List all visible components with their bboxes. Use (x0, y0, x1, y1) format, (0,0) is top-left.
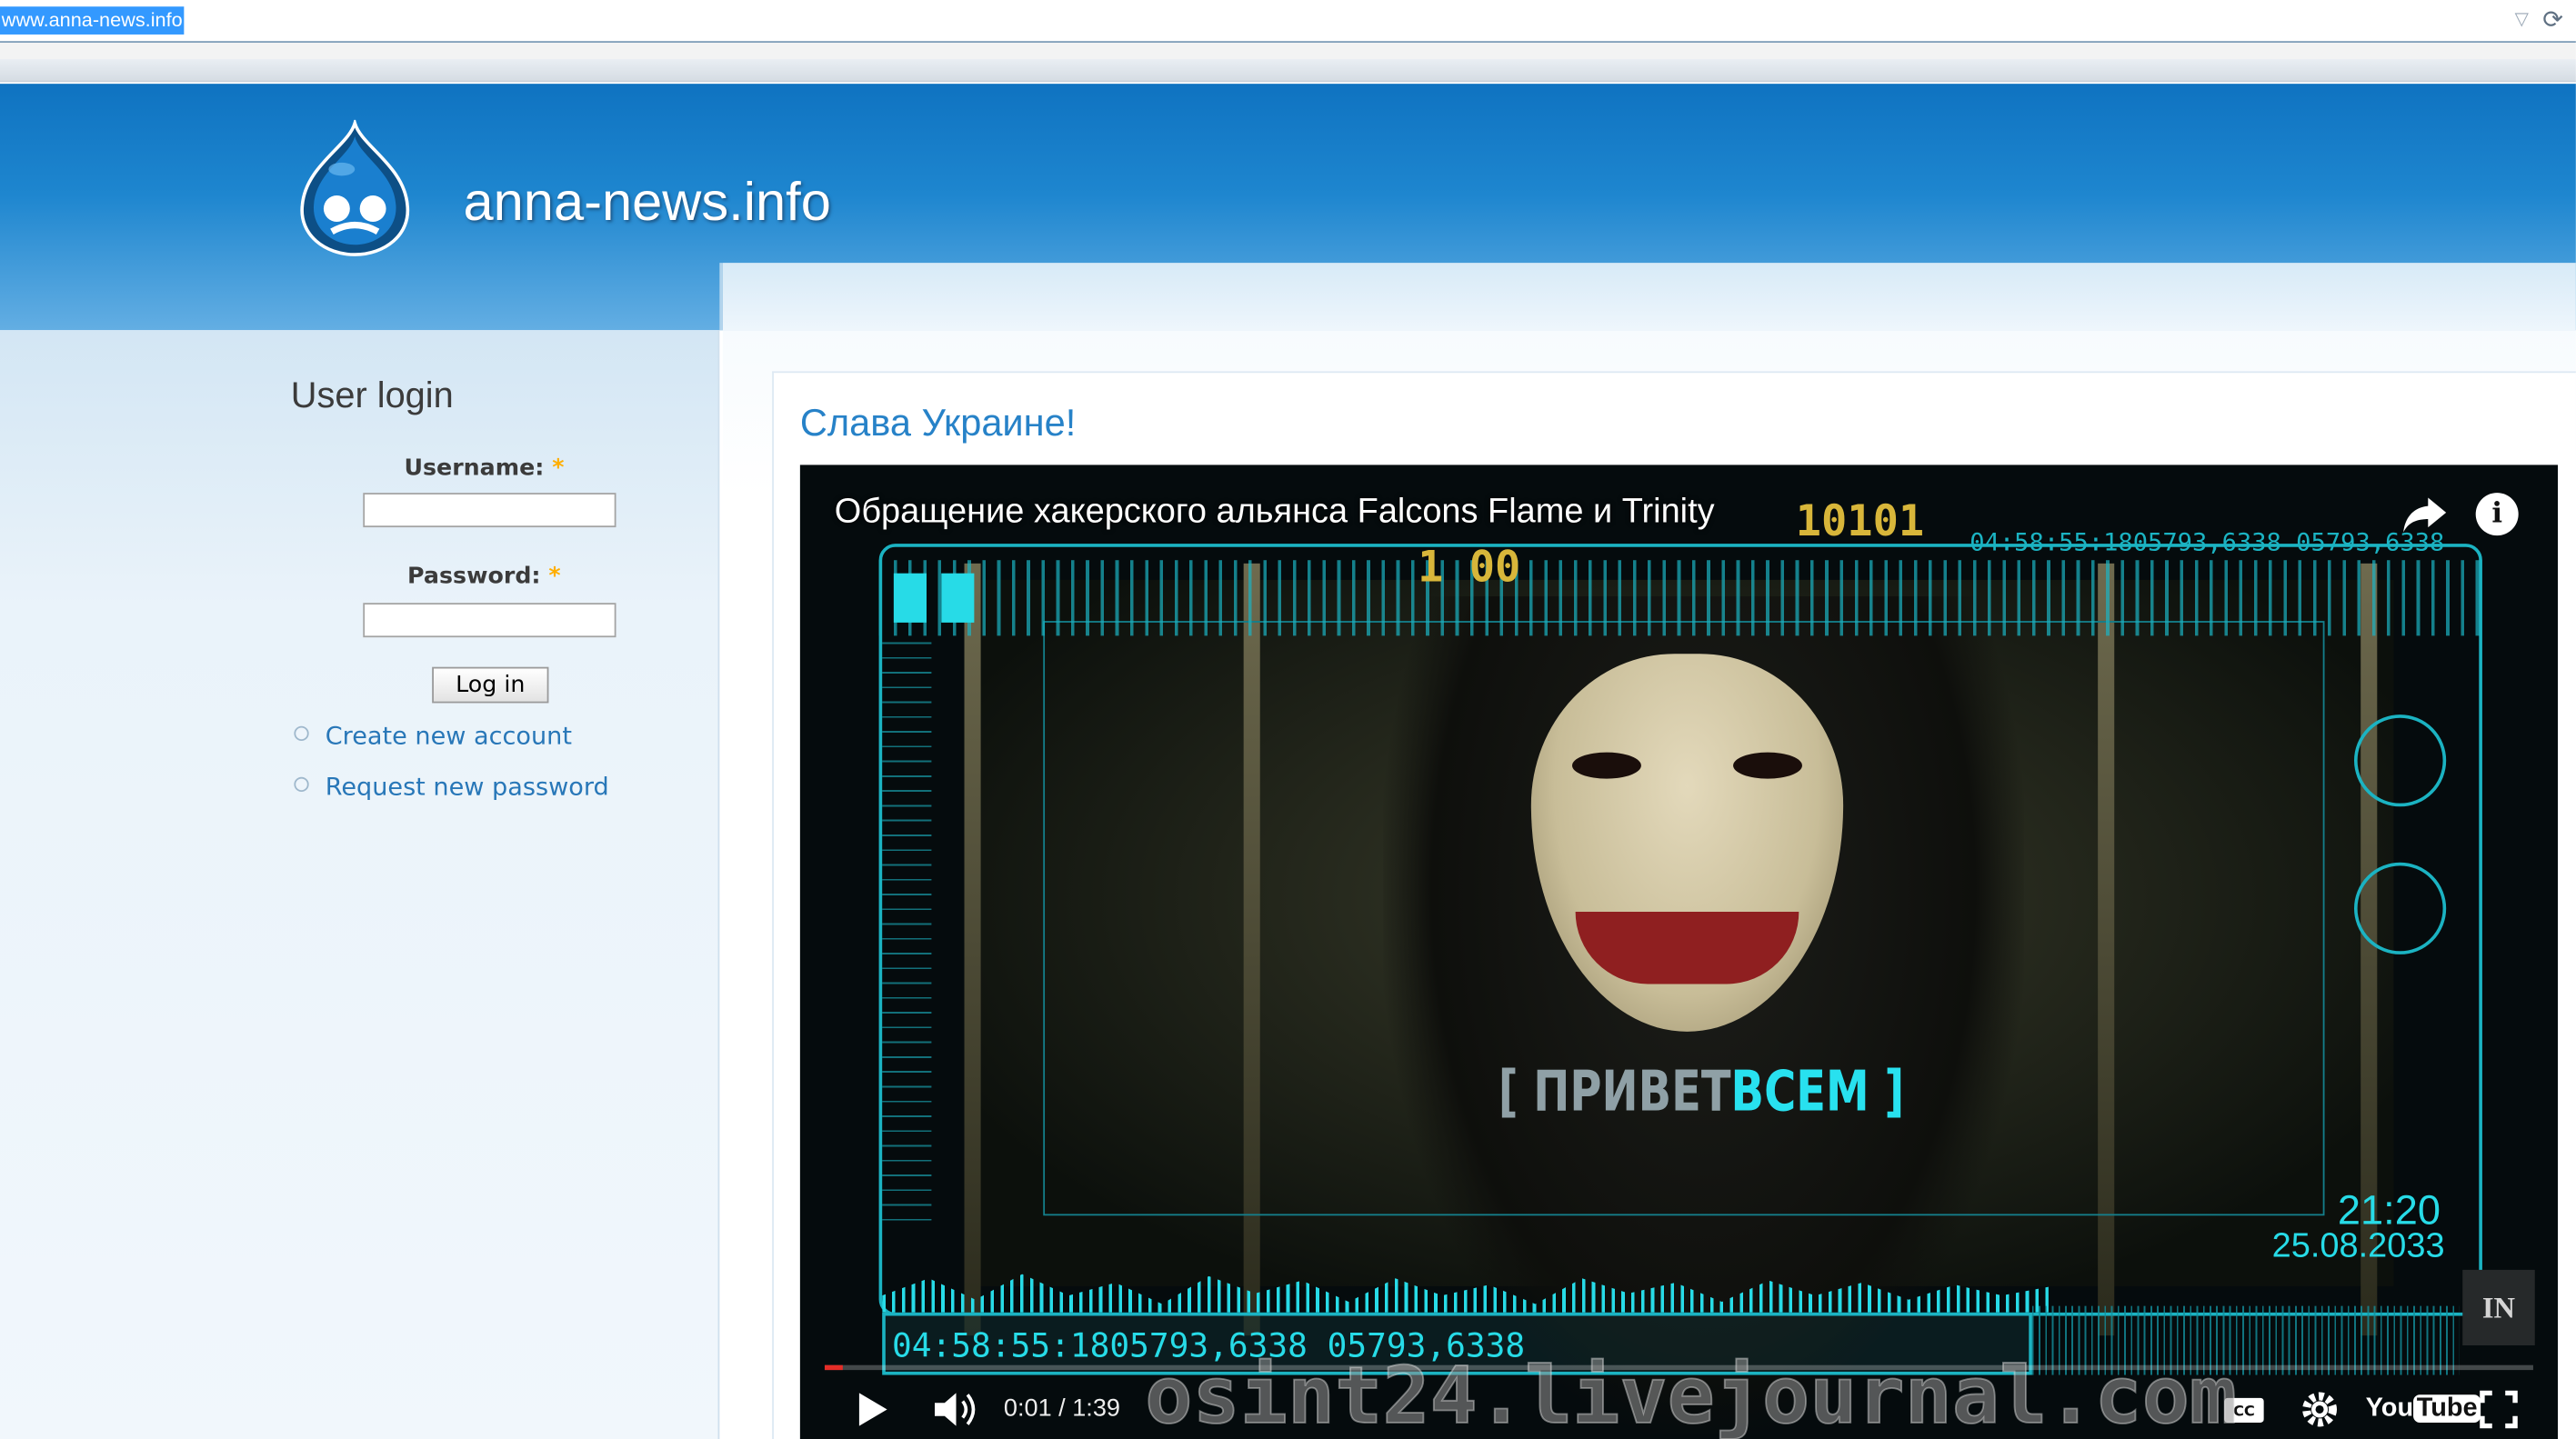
youtube-logo-icon[interactable]: You Tube (2365, 1388, 2481, 1431)
username-label: Username: * (404, 455, 564, 482)
username-label-text: Username: (404, 455, 545, 482)
video-date: 25.08.2033 (2271, 1226, 2445, 1265)
video-greeting-part1: [ ПРИВЕТ (1498, 1059, 1731, 1125)
video-hud-scale (882, 629, 932, 1221)
video-hud-block (941, 573, 975, 623)
youtube-label: You (2365, 1394, 2414, 1423)
watermark-text: osint24.livejournal.com (1144, 1350, 2238, 1439)
password-label-text: Password: (407, 563, 541, 590)
video-gauge-icon (2354, 715, 2447, 807)
username-input[interactable] (363, 493, 616, 528)
dropdown-arrow-icon[interactable]: ▽ (2511, 6, 2533, 33)
video-greeting-part2: ВСЕМ ] (1730, 1059, 1905, 1125)
video-hud-inner-frame (1043, 621, 2325, 1216)
site-name[interactable]: anna-news.info (463, 171, 830, 234)
login-title: User login (290, 375, 454, 416)
video-channel-logo: IN (2462, 1269, 2535, 1346)
video-hud-ticks (878, 560, 2482, 636)
create-account-link[interactable]: Create new account (326, 721, 572, 751)
share-icon[interactable] (2401, 490, 2450, 539)
request-password-link[interactable]: Request new password (326, 772, 609, 802)
fullscreen-icon[interactable] (2479, 1388, 2518, 1431)
url-text[interactable]: www.anna-news.info (0, 6, 185, 35)
password-input[interactable] (363, 603, 616, 638)
drupal-logo-icon[interactable] (293, 119, 417, 258)
settings-gear-icon[interactable] (2299, 1388, 2341, 1431)
login-button[interactable]: Log in (432, 666, 549, 704)
video-digits: 10101 (1795, 497, 1925, 547)
youtube-tube-label: Tube (2413, 1394, 2481, 1423)
bullet-icon (294, 725, 309, 742)
reload-icon[interactable]: ⟳ (2540, 5, 2566, 35)
video-player[interactable]: 10101 1 00 04:58:55:1805793,6338 05793,6… (799, 465, 2559, 1439)
video-title[interactable]: Обращение хакерского альянса Falcons Fla… (835, 493, 1715, 532)
video-time: 0:01 / 1:39 (1003, 1394, 1120, 1423)
bullet-icon (294, 776, 309, 793)
toolbar-strip (0, 42, 2576, 60)
video-gauge-icon (2354, 862, 2447, 954)
volume-icon[interactable] (931, 1388, 977, 1431)
article-title[interactable]: Слава Украине! (800, 401, 1076, 445)
video-digits: 1 00 (1418, 544, 1521, 594)
video-greeting: [ ПРИВЕТВСЕМ ] (1498, 1060, 1905, 1125)
video-hud-block (893, 573, 927, 623)
content-top-bar (719, 263, 2576, 331)
required-mark: * (552, 455, 565, 482)
video-progress-fill (824, 1364, 842, 1371)
address-bar[interactable]: www.anna-news.info ▽ ⟳ (0, 0, 2576, 43)
password-label: Password: * (407, 564, 561, 590)
required-mark: * (548, 563, 561, 590)
toolbar-divider (0, 59, 2576, 83)
info-icon[interactable]: i (2475, 493, 2519, 536)
play-icon[interactable] (854, 1388, 890, 1431)
video-code-top: 04:58:55:1805793,6338 05793,6338 (1970, 527, 2445, 557)
page: www.anna-news.info ▽ ⟳ anna-news.info Us… (0, 0, 2576, 1439)
